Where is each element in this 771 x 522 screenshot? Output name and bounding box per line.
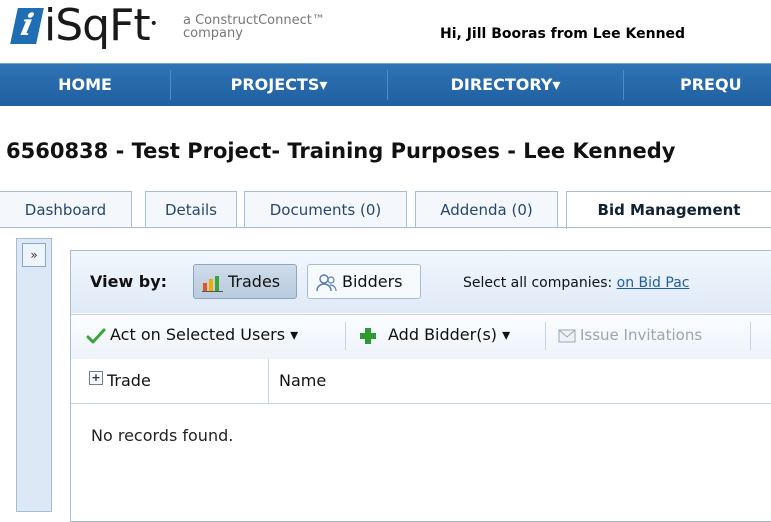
column-divider[interactable] (268, 359, 269, 403)
nav-directory[interactable]: DIRECTORY▾ (388, 64, 623, 106)
issue-invitations-button[interactable]: Issue Invitations (558, 325, 702, 345)
tab-divider (0, 227, 771, 228)
toolbar-divider (345, 322, 346, 350)
logo[interactable]: iSqFt• (44, 0, 158, 51)
toolbar-divider (545, 322, 546, 350)
nav-home[interactable]: HOME (0, 64, 170, 106)
logo-text: iSqFt (44, 0, 151, 51)
tagline-line2: company (183, 26, 243, 41)
plus-icon (360, 327, 376, 344)
issue-invitations-label: Issue Invitations (580, 326, 703, 344)
users-icon (316, 273, 337, 291)
add-bidders-label: Add Bidder(s) ▾ (388, 325, 511, 344)
act-on-selected-users-button[interactable]: Act on Selected Users ▾ (86, 325, 298, 345)
main-nav: HOME PROJECTS▾ DIRECTORY▾ PREQU (0, 63, 771, 106)
trades-label: Trades (228, 272, 281, 291)
expand-rail-button[interactable]: » (22, 243, 46, 267)
bar-chart-icon (202, 275, 223, 292)
tab-documents[interactable]: Documents (0) (244, 191, 407, 227)
bidders-toggle-button[interactable]: Bidders (307, 264, 421, 299)
page-title: 6560838 - Test Project- Training Purpose… (6, 139, 676, 163)
tab-addenda[interactable]: Addenda (0) (415, 191, 558, 227)
nav-prequal[interactable]: PREQU (624, 64, 771, 106)
check-icon (86, 328, 106, 343)
envelope-icon (558, 329, 576, 342)
tagline: a ConstructConnect™ company (183, 14, 325, 40)
logo-dot: • (149, 16, 158, 32)
tab-details[interactable]: Details (145, 191, 237, 227)
select-all-link[interactable]: on Bid Pac (617, 275, 690, 291)
add-bidders-button[interactable]: Add Bidder(s) ▾ (358, 325, 510, 346)
select-all-companies: Select all companies: on Bid Pac (463, 274, 689, 292)
logo-mark: i (10, 8, 44, 44)
toolbar-divider (750, 322, 751, 350)
column-header-name[interactable]: Name (279, 371, 326, 391)
column-header-trade[interactable]: Trade (107, 371, 151, 391)
select-all-label: Select all companies: (463, 275, 613, 291)
nav-projects[interactable]: PROJECTS▾ (171, 64, 387, 106)
act-label: Act on Selected Users ▾ (110, 325, 299, 344)
tab-dashboard[interactable]: Dashboard (0, 191, 132, 227)
bidders-label: Bidders (342, 272, 403, 291)
viewby-label: View by: (90, 272, 168, 291)
tab-bid-management[interactable]: Bid Management (566, 191, 771, 229)
side-rail (16, 238, 52, 512)
trades-toggle-button[interactable]: Trades (193, 264, 297, 299)
grid-header (71, 359, 771, 404)
empty-state-text: No records found. (91, 426, 234, 445)
expand-all-icon[interactable]: + (89, 371, 103, 385)
user-greeting: Hi, Jill Booras from Lee Kenned (440, 26, 686, 42)
